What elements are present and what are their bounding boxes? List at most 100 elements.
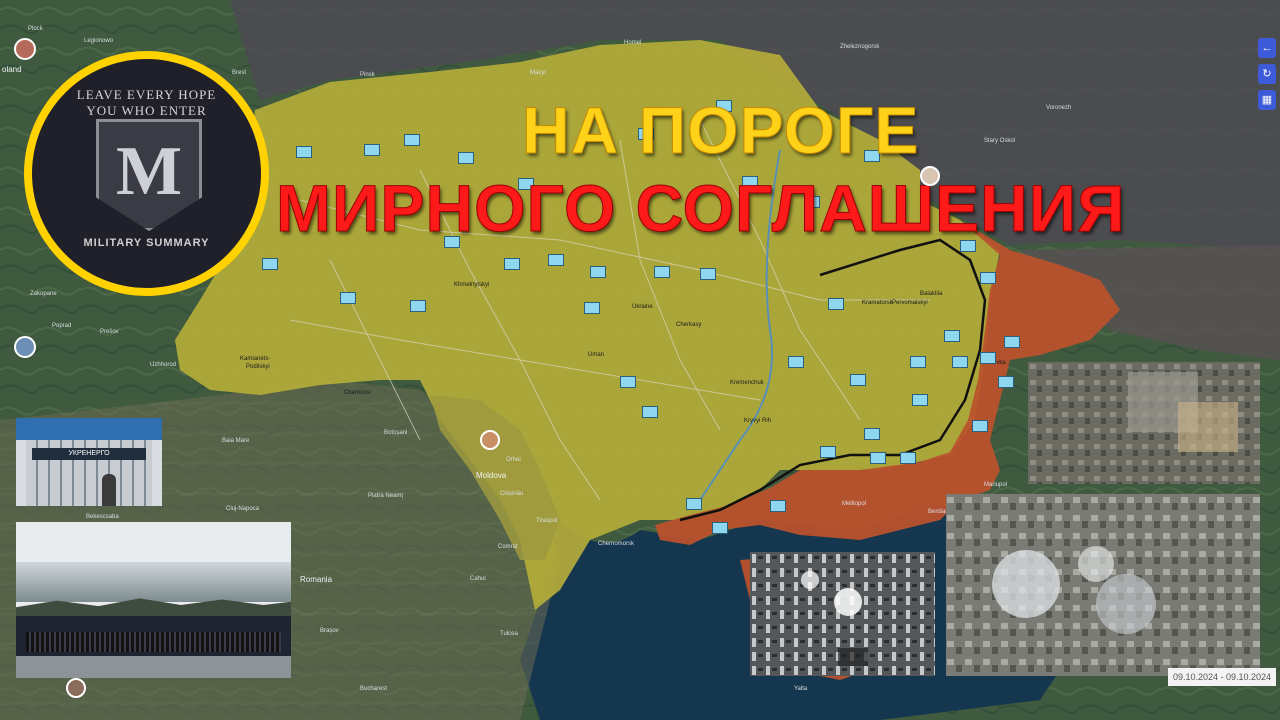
svg-text:Yalta: Yalta — [794, 686, 808, 692]
svg-text:Melitopol: Melitopol — [842, 501, 866, 507]
svg-text:Baia Mare: Baia Mare — [222, 438, 250, 444]
unit-marker-icon[interactable] — [410, 300, 426, 312]
map-controls: ← ↻ ▦ — [1258, 38, 1276, 116]
unit-marker-icon[interactable] — [770, 500, 786, 512]
unit-marker-icon[interactable] — [944, 330, 960, 342]
unit-marker-icon[interactable] — [828, 298, 844, 310]
svg-text:Homel: Homel — [624, 40, 641, 46]
photo-ukrenergo-building: УКРЕНЕРГО — [16, 418, 162, 506]
svg-text:Chernivtsi: Chernivtsi — [344, 390, 371, 396]
svg-text:Mariupol: Mariupol — [984, 482, 1007, 488]
unit-marker-icon[interactable] — [504, 258, 520, 270]
unit-marker-icon[interactable] — [864, 428, 880, 440]
headline-line-1: НА ПОРОГЕ — [521, 93, 920, 168]
svg-text:Cluj-Napoca: Cluj-Napoca — [226, 506, 260, 512]
unit-marker-icon[interactable] — [900, 452, 916, 464]
svg-text:Cahul: Cahul — [470, 576, 486, 582]
svg-text:Botoșani: Botoșani — [384, 430, 407, 436]
svg-text:Stary Oskol: Stary Oskol — [984, 138, 1015, 144]
unit-marker-icon[interactable] — [584, 302, 600, 314]
svg-text:Uzhhorod: Uzhhorod — [150, 362, 176, 368]
unit-marker-icon[interactable] — [910, 356, 926, 368]
svg-text:Prešov: Prešov — [100, 329, 119, 335]
unit-marker-icon[interactable] — [850, 374, 866, 386]
building-sign: УКРЕНЕРГО — [32, 448, 146, 460]
unit-marker-icon[interactable] — [686, 498, 702, 510]
logo-brand: MILITARY SUMMARY — [83, 237, 210, 249]
svg-text:Poprad: Poprad — [52, 323, 71, 329]
svg-text:Cherkasy: Cherkasy — [676, 322, 701, 328]
photo-destroyed-buildings-1 — [1028, 362, 1260, 484]
avatar-poland[interactable] — [14, 38, 36, 60]
svg-text:Khmelnytskyi: Khmelnytskyi — [454, 282, 489, 288]
svg-text:Podilskyi: Podilskyi — [246, 364, 270, 370]
unit-marker-icon[interactable] — [972, 420, 988, 432]
unit-marker-icon[interactable] — [980, 352, 996, 364]
svg-text:Brest: Brest — [232, 70, 246, 76]
logo-letter: M — [115, 133, 183, 210]
svg-text:Bekescsaba: Bekescsaba — [86, 514, 119, 520]
svg-text:Orhei: Orhei — [506, 457, 521, 463]
unit-marker-icon[interactable] — [262, 258, 278, 270]
svg-text:Kryvyi Rih: Kryvyi Rih — [744, 418, 771, 424]
unit-marker-icon[interactable] — [870, 452, 886, 464]
unit-marker-icon[interactable] — [642, 406, 658, 418]
svg-text:Kramatorsk: Kramatorsk — [862, 300, 894, 306]
military-summary-logo: LEAVE EVERY HOPE YOU WHO ENTER M MILITAR… — [24, 51, 269, 296]
unit-marker-icon[interactable] — [548, 254, 564, 266]
svg-text:Pervomaiskyi: Pervomaiskyi — [892, 300, 928, 306]
avatar-kharkiv[interactable] — [920, 166, 940, 186]
svg-text:Chernomorsk: Chernomorsk — [598, 541, 635, 547]
svg-text:Chișinău: Chișinău — [500, 491, 523, 497]
svg-text:Kremenchuk: Kremenchuk — [730, 380, 765, 386]
unit-marker-icon[interactable] — [952, 356, 968, 368]
photo-drone-thermal — [750, 552, 935, 676]
date-range[interactable]: 09.10.2024 - 09.10.2024 — [1168, 668, 1276, 686]
unit-marker-icon[interactable] — [654, 266, 670, 278]
unit-marker-icon[interactable] — [590, 266, 606, 278]
unit-marker-icon[interactable] — [788, 356, 804, 368]
layers-icon[interactable]: ▦ — [1258, 90, 1276, 110]
svg-text:Romania: Romania — [300, 575, 333, 584]
svg-text:Brașov: Brașov — [320, 628, 339, 634]
unit-marker-icon[interactable] — [620, 376, 636, 388]
unit-marker-icon[interactable] — [820, 446, 836, 458]
unit-marker-icon[interactable] — [700, 268, 716, 280]
svg-text:Plock: Plock — [28, 26, 44, 32]
logo-motto-1: LEAVE EVERY HOPE — [76, 87, 217, 102]
svg-text:Comrat: Comrat — [498, 544, 518, 550]
svg-text:Bucharest: Bucharest — [360, 686, 387, 692]
svg-text:Tulcea: Tulcea — [500, 631, 518, 637]
unit-marker-icon[interactable] — [998, 376, 1014, 388]
unit-marker-icon[interactable] — [980, 272, 996, 284]
unit-marker-icon[interactable] — [296, 146, 312, 158]
unit-marker-icon[interactable] — [912, 394, 928, 406]
svg-text:Voronezh: Voronezh — [1046, 105, 1071, 111]
svg-text:Zheleznogorsk: Zheleznogorsk — [840, 44, 880, 50]
unit-marker-icon[interactable] — [712, 522, 728, 534]
unit-marker-icon[interactable] — [458, 152, 474, 164]
svg-text:Mazyr: Mazyr — [530, 70, 546, 76]
svg-text:Zakopane: Zakopane — [30, 291, 57, 297]
logo-motto-2: YOU WHO ENTER — [86, 103, 207, 118]
svg-text:Pinsk: Pinsk — [360, 72, 376, 78]
skull-shield-icon: M — [96, 119, 202, 231]
svg-text:Piatra Neamț: Piatra Neamț — [368, 493, 403, 499]
refresh-icon[interactable]: ↻ — [1258, 64, 1276, 84]
unit-marker-icon[interactable] — [364, 144, 380, 156]
arrow-left-icon[interactable]: ← — [1258, 38, 1276, 58]
unit-marker-icon[interactable] — [340, 292, 356, 304]
avatar-hungary[interactable] — [66, 678, 86, 698]
svg-text:Balakliia: Balakliia — [920, 291, 943, 297]
svg-text:Legionowo: Legionowo — [84, 38, 114, 44]
unit-marker-icon[interactable] — [404, 134, 420, 146]
avatar-slovakia[interactable] — [14, 336, 36, 358]
avatar-moldova[interactable] — [480, 430, 500, 450]
svg-text:Ukraine: Ukraine — [632, 304, 653, 310]
svg-text:Uman: Uman — [588, 352, 604, 358]
svg-text:oland: oland — [2, 65, 22, 74]
headline-line-2: МИРНОГО СОГЛАШЕНИЯ — [276, 171, 1126, 246]
map-stage[interactable]: oland Moldova Romania Ukraine Plock Legi… — [0, 0, 1280, 720]
svg-text:Moldova: Moldova — [476, 471, 507, 480]
unit-marker-icon[interactable] — [1004, 336, 1020, 348]
